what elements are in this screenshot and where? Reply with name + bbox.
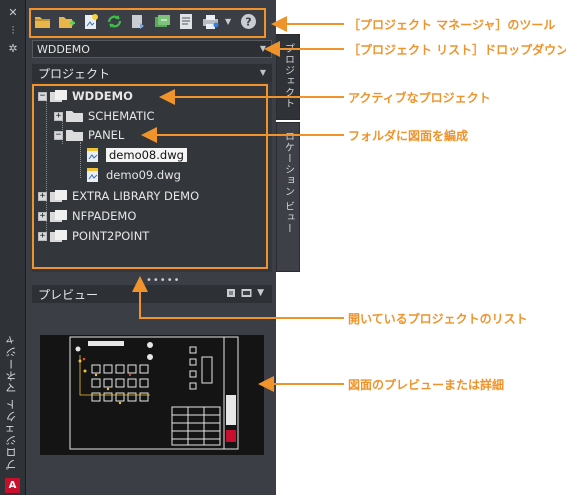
folder-label: PANEL (88, 128, 125, 142)
chevron-down-icon[interactable]: ▼ (260, 68, 266, 77)
expand-icon[interactable]: + (54, 111, 63, 121)
project-properties-icon[interactable] (177, 12, 196, 31)
open-project-icon[interactable] (33, 12, 52, 31)
collapse-icon[interactable]: − (54, 130, 63, 140)
projects-section-header[interactable]: プロジェクト ▼ (32, 64, 272, 82)
tree-item-demo09[interactable]: demo09.dwg (84, 167, 181, 183)
pin-icon[interactable]: ⫶ (6, 24, 20, 38)
details-view-icon[interactable] (226, 288, 236, 298)
palette-title-bar[interactable]: ✕ ⫶ ✲ プロジェクト マネージャ A (0, 0, 26, 495)
drawing-icon (87, 148, 98, 162)
drawing-label: demo08.dwg (106, 148, 187, 162)
callout-folder: フォルダに図面を編成 (348, 129, 469, 143)
expand-icon[interactable]: + (38, 211, 47, 221)
callout-active-project: アクティブなプロジェクト (348, 91, 491, 105)
drawing-thumbnail (40, 335, 264, 455)
tree-item-schematic[interactable]: + SCHEMATIC (54, 108, 155, 124)
tree-item-demo08[interactable]: demo08.dwg (84, 147, 187, 163)
expand-icon[interactable]: + (38, 191, 47, 201)
publish-icon[interactable] (129, 12, 148, 31)
project-manager-panel: ▼ ? WDDEMO ▼ プロジェクト ▼ − WDDEMO + SCHEMAT… (26, 0, 276, 495)
project-label: POINT2POINT (72, 229, 150, 243)
print-icon[interactable] (201, 12, 220, 31)
project-icon (50, 230, 67, 242)
preview-section-title: プレビュー (38, 287, 99, 302)
close-icon[interactable]: ✕ (6, 6, 20, 20)
print-dropdown-icon[interactable]: ▼ (225, 17, 235, 26)
projects-section-title: プロジェクト (38, 66, 111, 81)
project-manager-toolbar: ▼ ? (30, 6, 274, 36)
svg-text:?: ? (245, 15, 251, 28)
folder-label: SCHEMATIC (88, 109, 155, 123)
project-icon (50, 90, 67, 102)
project-list-dropdown[interactable]: WDDEMO ▼ (32, 40, 272, 58)
callout-open-projects: 開いているプロジェクトのリスト (348, 312, 528, 326)
refresh-icon[interactable] (105, 12, 124, 31)
chevron-down-icon[interactable]: ▼ (260, 44, 266, 53)
tree-item-panel[interactable]: − PANEL (54, 127, 124, 143)
project-icon (50, 190, 67, 202)
project-label: NFPADEMO (72, 209, 137, 223)
chevron-down-icon[interactable]: ▼ (257, 288, 264, 298)
drawing-preview-area (32, 303, 272, 488)
active-project-label: WDDEMO (72, 89, 133, 103)
settings-icon[interactable]: ✲ (6, 42, 20, 56)
expand-icon[interactable]: + (38, 231, 47, 241)
tab-project-label: プロジェクト (282, 43, 294, 109)
project-list-value: WDDEMO (37, 42, 90, 56)
collapse-icon[interactable]: − (38, 91, 47, 101)
tree-item-point2point[interactable]: + POINT2POINT (38, 228, 149, 244)
callout-toolbar: ［プロジェクト マネージャ］のツール (348, 18, 556, 32)
tree-item-nfpademo[interactable]: + NFPADEMO (38, 208, 136, 224)
tree-item-wddemo[interactable]: − WDDEMO (38, 88, 133, 104)
copy-project-icon[interactable] (153, 12, 172, 31)
drawing-label: demo09.dwg (106, 168, 181, 182)
tab-project[interactable]: プロジェクト (276, 34, 300, 120)
help-icon[interactable]: ? (239, 12, 258, 31)
project-icon (50, 210, 67, 222)
new-drawing-icon[interactable] (81, 12, 100, 31)
tab-location-view[interactable]: ロケーション ビュー (276, 122, 300, 272)
tree-item-extra-library-demo[interactable]: + EXTRA LIBRARY DEMO (38, 188, 199, 204)
palette-title: プロジェクト マネージャ (5, 333, 18, 471)
preview-section-header[interactable]: プレビュー ▼ (32, 285, 272, 303)
project-label: EXTRA LIBRARY DEMO (72, 189, 200, 203)
drawing-icon (87, 168, 98, 182)
new-project-icon[interactable] (57, 12, 76, 31)
tab-location-label: ロケーション ビュー (282, 131, 294, 235)
project-tree: − WDDEMO + SCHEMATIC − PANEL demo08.dwg … (32, 82, 272, 272)
callout-project-list: ［プロジェクト リスト］ドロップダウン (348, 43, 566, 57)
autocad-logo-icon: A (5, 478, 20, 493)
preview-view-icon[interactable] (241, 288, 252, 298)
callout-preview: 図面のプレビューまたは詳細 (348, 378, 505, 392)
folder-icon (66, 130, 83, 141)
folder-icon (66, 111, 83, 122)
